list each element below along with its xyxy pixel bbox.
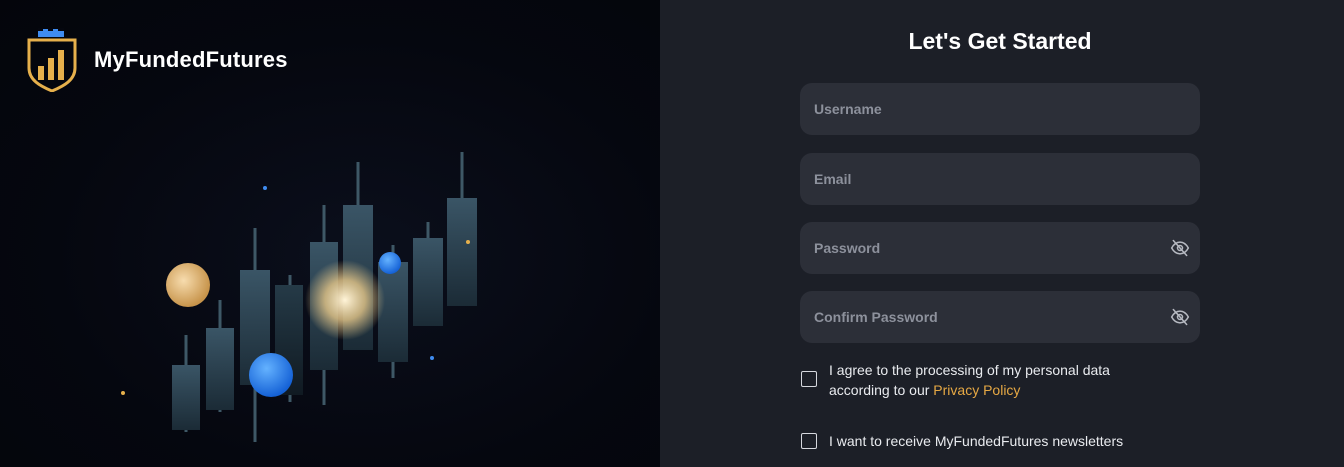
email-input[interactable] — [800, 153, 1200, 205]
newsletter-row: I want to receive MyFundedFutures newsle… — [801, 432, 1123, 450]
password-visibility-toggle-icon[interactable] — [1170, 238, 1190, 258]
gold-dot — [121, 391, 125, 395]
privacy-consent-text: I agree to the processing of my personal… — [829, 360, 1110, 400]
privacy-consent-row: I agree to the processing of my personal… — [801, 360, 1110, 400]
username-field-container — [800, 83, 1200, 135]
brand-logo: MyFundedFutures — [26, 28, 288, 92]
email-field-container — [800, 153, 1200, 205]
brand-name: MyFundedFutures — [94, 47, 288, 72]
shield-chart-icon — [27, 28, 77, 92]
confirm-password-field-container — [800, 291, 1200, 343]
newsletter-text: I want to receive MyFundedFutures newsle… — [829, 433, 1124, 449]
password-field-container — [800, 222, 1200, 274]
username-input[interactable] — [800, 83, 1200, 135]
signup-panel: Let's Get Started I agree to the process… — [660, 0, 1344, 467]
password-input[interactable] — [800, 222, 1200, 274]
privacy-consent-prefix: according to our — [829, 382, 934, 398]
newsletter-checkbox[interactable] — [801, 433, 817, 449]
hero-panel: MyFundedFutures — [0, 0, 660, 467]
privacy-consent-line2: according to our Privacy Policy — [829, 380, 1110, 400]
privacy-consent-line1: I agree to the processing of my personal… — [829, 362, 1110, 378]
privacy-policy-link[interactable]: Privacy Policy — [933, 382, 1020, 398]
page-title: Let's Get Started — [908, 28, 1092, 54]
confirm-password-visibility-toggle-icon[interactable] — [1170, 307, 1190, 327]
confirm-password-input[interactable] — [800, 291, 1200, 343]
privacy-consent-checkbox[interactable] — [801, 371, 817, 387]
candlestick-illustration — [166, 152, 477, 442]
